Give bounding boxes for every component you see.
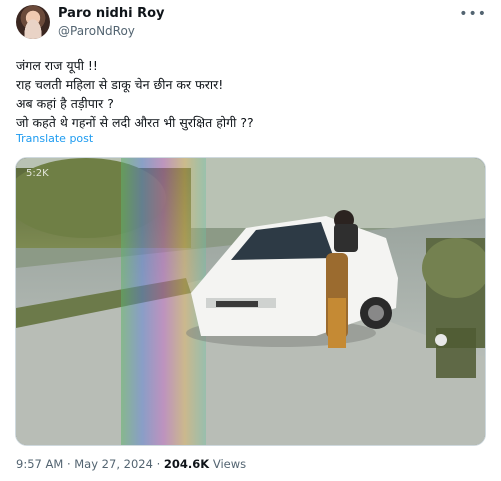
- post-text: जंगल राज यूपी !! राह चलती महिला से डाकू …: [16, 58, 254, 130]
- author-name[interactable]: Paro nidhi Roy: [58, 6, 165, 21]
- views-count: 204.6K: [163, 457, 210, 471]
- post-time[interactable]: 9:57 AM: [16, 457, 63, 471]
- meta-separator: ·: [156, 457, 161, 471]
- tweet: Paro nidhi Roy @ParoNdRoy ••• जंगल राज य…: [0, 0, 501, 481]
- post-date[interactable]: May 27, 2024: [74, 457, 153, 471]
- video-player[interactable]: 5:2K: [15, 157, 486, 446]
- views-label: Views: [212, 457, 247, 471]
- video-timestamp-overlay: 5:2K: [26, 168, 49, 179]
- video-frame: 5:2K: [16, 158, 485, 445]
- meta-separator: ·: [66, 457, 71, 471]
- author-avatar[interactable]: [16, 5, 50, 39]
- author-handle[interactable]: @ParoNdRoy: [58, 24, 135, 38]
- avatar-photo: [16, 5, 50, 39]
- post-meta: 9:57 AM · May 27, 2024 · 204.6K Views: [16, 457, 246, 471]
- more-options-icon[interactable]: •••: [459, 6, 487, 22]
- translate-post-link[interactable]: Translate post: [16, 132, 93, 145]
